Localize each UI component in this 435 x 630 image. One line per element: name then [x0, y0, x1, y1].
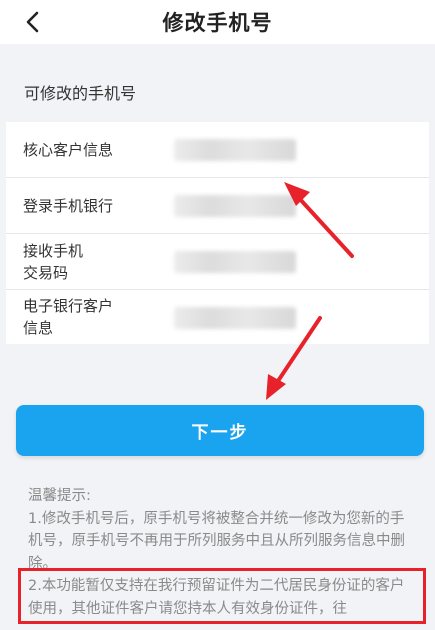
row-label: 接收手机 交易码	[23, 242, 84, 282]
row-label: 登录手机银行	[23, 197, 114, 215]
list-row-core-customer[interactable]: 核心客户信息	[6, 122, 429, 178]
phone-value-masked	[174, 139, 296, 161]
list-row-ebank-customer-info[interactable]: 电子银行客户 信息	[6, 290, 429, 344]
list-row-transaction-code[interactable]: 接收手机 交易码	[6, 234, 429, 290]
phone-service-list: 核心客户信息 登录手机银行 接收手机 交易码 电子银行客户 信息	[6, 122, 429, 344]
phone-value-masked	[174, 307, 296, 329]
tips-section: 温馨提示: 1.修改手机号后，原手机号将被整合并统一修改为您新的手机号，原手机号…	[28, 485, 413, 620]
section-title: 可修改的手机号	[24, 84, 137, 103]
top-bar: 修改手机号	[0, 0, 435, 44]
list-row-mobile-banking-login[interactable]: 登录手机银行	[6, 178, 429, 234]
tips-heading: 温馨提示:	[28, 488, 91, 504]
next-step-button[interactable]: 下一步	[16, 405, 424, 456]
tips-item-2: 2.本功能暂仅支持在我行预留证件为二代居民身份证的客户使用，其他证件客户请您持本…	[28, 578, 405, 617]
chevron-left-icon	[26, 11, 39, 33]
tips-item-1: 1.修改手机号后，原手机号将被整合并统一修改为您新的手机号，原手机号不再用于所列…	[28, 510, 405, 572]
phone-value-masked	[174, 195, 296, 217]
phone-value-masked	[174, 251, 296, 273]
page-title: 修改手机号	[162, 11, 273, 35]
row-label: 核心客户信息	[23, 141, 114, 159]
back-button[interactable]	[18, 8, 46, 36]
row-label: 电子银行客户 信息	[23, 297, 114, 337]
